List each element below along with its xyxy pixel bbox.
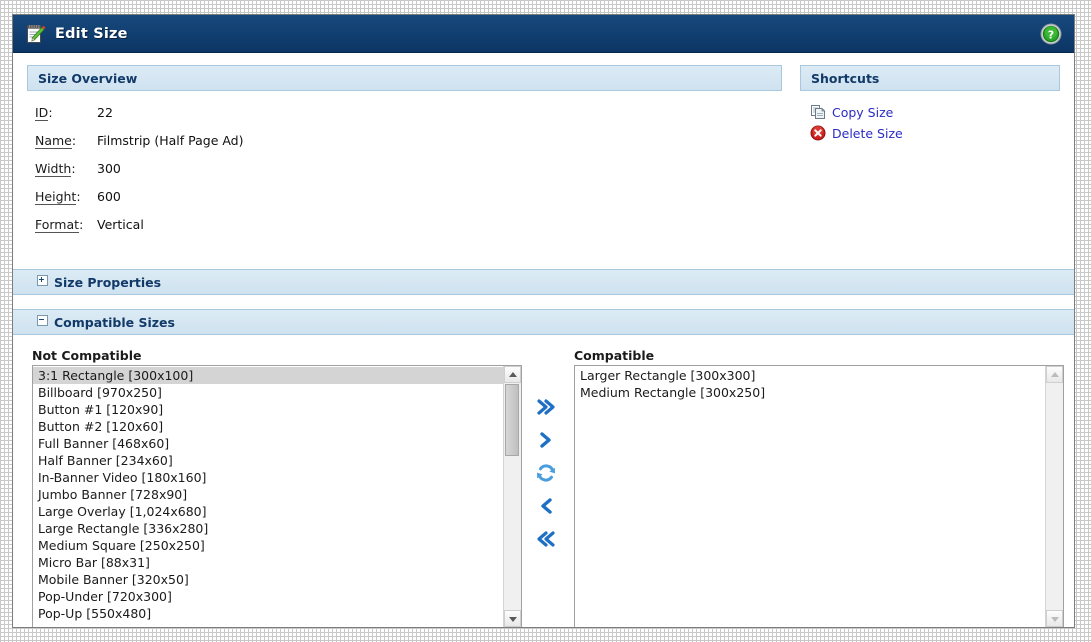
shortcuts-list: Copy Size Delete Size bbox=[800, 91, 1060, 141]
move-all-right-button[interactable] bbox=[533, 394, 559, 420]
list-option[interactable]: Half Banner [234x60] bbox=[33, 452, 504, 469]
size-properties-header[interactable]: Size Properties bbox=[13, 269, 1074, 295]
compatible-scrollbar[interactable] bbox=[1045, 366, 1063, 627]
move-all-left-button[interactable] bbox=[533, 526, 559, 552]
list-option[interactable]: Micro Bar [88x31] bbox=[33, 554, 504, 571]
size-overview-fields: ID: 22 Name: Filmstrip (Half Page Ad) Wi… bbox=[27, 91, 782, 233]
list-option[interactable]: Larger Rectangle [300x300] bbox=[575, 367, 1046, 384]
scroll-up-arrow-icon[interactable] bbox=[504, 366, 521, 383]
scroll-down-arrow-icon[interactable] bbox=[504, 610, 521, 627]
field-height-label: Height: bbox=[35, 189, 81, 205]
size-properties-heading-label: Size Properties bbox=[54, 275, 162, 290]
move-right-button[interactable] bbox=[533, 427, 559, 453]
size-overview-panel: Size Overview ID: 22 Name: Filmstrip (Ha… bbox=[27, 65, 782, 245]
window-content: Size Overview ID: 22 Name: Filmstrip (Ha… bbox=[13, 53, 1074, 627]
field-name-label: Name: bbox=[35, 133, 77, 149]
field-width: Width: 300 bbox=[35, 161, 782, 177]
size-overview-heading-label: Size Overview bbox=[38, 71, 138, 86]
refresh-button[interactable] bbox=[533, 460, 559, 486]
not-compatible-listbox[interactable]: 3:1 Rectangle [300x100] Billboard [970x25… bbox=[32, 365, 522, 627]
field-name-value: Filmstrip (Half Page Ad) bbox=[97, 133, 244, 148]
window-titlebar: Edit Size ? bbox=[13, 15, 1074, 53]
shortcut-delete-size[interactable]: Delete Size bbox=[810, 125, 1060, 141]
list-option[interactable]: 3:1 Rectangle [300x100] bbox=[33, 367, 504, 384]
collapse-minus-icon[interactable] bbox=[37, 315, 48, 326]
not-compatible-label: Not Compatible bbox=[32, 348, 142, 363]
field-height: Height: 600 bbox=[35, 189, 782, 205]
shortcuts-heading-label: Shortcuts bbox=[811, 71, 880, 86]
field-format: Format: Vertical bbox=[35, 217, 782, 233]
field-format-label: Format: bbox=[35, 217, 84, 233]
list-option[interactable]: Large Overlay [1,024x680] bbox=[33, 503, 504, 520]
list-option[interactable]: Jumbo Banner [728x90] bbox=[33, 486, 504, 503]
scroll-up-arrow-icon[interactable] bbox=[1046, 366, 1063, 383]
move-left-button[interactable] bbox=[533, 493, 559, 519]
list-option[interactable]: Medium Rectangle [300x250] bbox=[575, 384, 1046, 401]
shortcuts-panel: Shortcuts Copy Size Delete Size bbox=[800, 65, 1060, 146]
list-option[interactable]: Billboard [970x250] bbox=[33, 384, 504, 401]
list-option[interactable]: In-Banner Video [180x160] bbox=[33, 469, 504, 486]
overview-and-shortcuts-row: Size Overview ID: 22 Name: Filmstrip (Ha… bbox=[27, 65, 1060, 245]
delete-circle-icon bbox=[810, 125, 826, 141]
compatible-listbox[interactable]: Larger Rectangle [300x300] Medium Rectang… bbox=[574, 365, 1064, 627]
shortcut-copy-size[interactable]: Copy Size bbox=[810, 104, 1060, 120]
compatible-sizes-body: Not Compatible 3:1 Rectangle [300x100] Bi… bbox=[27, 335, 1064, 627]
svg-text:?: ? bbox=[1048, 28, 1054, 41]
field-id-value: 22 bbox=[97, 105, 113, 120]
list-option[interactable]: Full Banner [468x60] bbox=[33, 435, 504, 452]
compatible-column: Compatible Larger Rectangle [300x300] Med… bbox=[569, 348, 1064, 627]
list-option[interactable]: Button #1 [120x90] bbox=[33, 401, 504, 418]
not-compatible-scrollbar[interactable] bbox=[503, 366, 521, 627]
scroll-down-arrow-icon[interactable] bbox=[1046, 610, 1063, 627]
field-format-value: Vertical bbox=[97, 217, 144, 232]
shortcut-delete-size-label[interactable]: Delete Size bbox=[832, 126, 903, 141]
size-overview-header: Size Overview bbox=[27, 65, 782, 91]
shortcut-copy-size-label[interactable]: Copy Size bbox=[832, 105, 893, 120]
not-compatible-column: Not Compatible 3:1 Rectangle [300x100] Bi… bbox=[27, 348, 522, 627]
field-id: ID: 22 bbox=[35, 105, 782, 121]
list-option[interactable]: Mobile Banner [320x50] bbox=[33, 571, 504, 588]
list-option[interactable]: Button #2 [120x60] bbox=[33, 418, 504, 435]
compatible-label: Compatible bbox=[574, 348, 655, 363]
list-option[interactable]: Medium Square [250x250] bbox=[33, 537, 504, 554]
not-compatible-options[interactable]: 3:1 Rectangle [300x100] Billboard [970x25… bbox=[33, 366, 504, 627]
field-name: Name: Filmstrip (Half Page Ad) bbox=[35, 133, 782, 149]
transfer-buttons-column bbox=[522, 348, 569, 559]
edit-size-window: Edit Size ? Size Overview ID: 22 Name: F… bbox=[12, 14, 1075, 628]
scrollbar-thumb[interactable] bbox=[505, 384, 519, 456]
field-height-value: 600 bbox=[97, 189, 121, 204]
window-title: Edit Size bbox=[55, 25, 128, 42]
field-width-label: Width: bbox=[35, 161, 76, 177]
compatible-sizes-heading-label: Compatible Sizes bbox=[54, 315, 175, 330]
list-option[interactable]: Pop-Under [720x300] bbox=[33, 588, 504, 605]
field-width-value: 300 bbox=[97, 161, 121, 176]
field-id-label: ID: bbox=[35, 105, 53, 121]
list-option[interactable]: Pop-Up [550x480] bbox=[33, 605, 504, 622]
shortcuts-header: Shortcuts bbox=[800, 65, 1060, 91]
copy-pages-icon bbox=[810, 104, 826, 120]
edit-note-icon bbox=[25, 23, 47, 45]
list-option[interactable]: Large Rectangle [336x280] bbox=[33, 520, 504, 537]
expand-plus-icon[interactable] bbox=[37, 275, 48, 286]
compatible-options[interactable]: Larger Rectangle [300x300] Medium Rectang… bbox=[575, 366, 1046, 627]
compatible-sizes-header[interactable]: Compatible Sizes bbox=[13, 309, 1074, 335]
help-question-icon[interactable]: ? bbox=[1040, 23, 1062, 45]
